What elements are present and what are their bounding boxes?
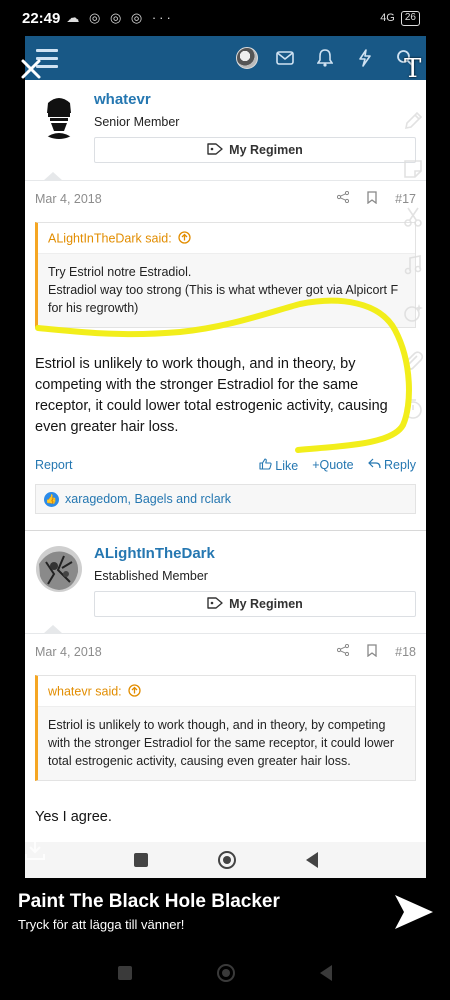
post-separator <box>25 514 426 530</box>
bell-icon[interactable] <box>312 45 338 71</box>
magic-icon[interactable] <box>400 300 426 326</box>
back-button[interactable] <box>320 965 332 981</box>
post-17: whatevr Senior Member My Regimen Mar 4, … <box>25 80 426 514</box>
quote-author[interactable]: whatevr said: <box>48 684 122 698</box>
send-arrow-icon[interactable] <box>392 892 436 937</box>
snap-toolbar <box>400 108 426 422</box>
status-bar: 22:49 ☁ ◎ ◎ ◎ ··· 4G 26 <box>22 0 426 36</box>
arrow-up-circle-icon[interactable] <box>128 684 141 700</box>
download-icon[interactable] <box>24 838 46 867</box>
post-author-block: whatevr Senior Member My Regimen <box>25 80 426 181</box>
user-avatar[interactable] <box>34 544 84 594</box>
quote-line: Try Estriol notre Estradiol. <box>48 265 192 279</box>
inner-nav-bar <box>25 842 426 878</box>
share-icon[interactable] <box>337 190 350 206</box>
quote-block: whatevr said: Estriol is unlikely to wor… <box>35 675 416 781</box>
close-icon[interactable] <box>20 58 42 85</box>
home-button[interactable] <box>217 964 235 982</box>
post-number[interactable]: #18 <box>395 645 416 659</box>
quote-author[interactable]: ALightInTheDark said: <box>48 231 172 245</box>
user-avatar[interactable] <box>34 89 84 139</box>
user-title: Senior Member <box>94 115 180 129</box>
post-actions: Report Like +Quote Reply <box>25 446 426 484</box>
quote-body: Try Estriol notre Estradiol. Estradiol w… <box>38 254 415 327</box>
username[interactable]: whatevr <box>94 91 151 108</box>
quote-body: Estriol is unlikely to work though, and … <box>48 718 394 768</box>
quote-block: ALightInTheDark said: Try Estriol notre … <box>35 222 416 328</box>
avatar[interactable] <box>236 47 258 69</box>
reactions-users[interactable]: xaragedom, Bagels and rclark <box>65 492 231 506</box>
notification-icons: ☁ ◎ ◎ ◎ ··· <box>66 10 174 25</box>
home-button[interactable] <box>217 851 236 869</box>
quote-line: Estradiol way too strong (This is what w… <box>48 283 399 315</box>
tag-icon <box>207 596 223 612</box>
post-date[interactable]: Mar 4, 2018 <box>35 192 102 206</box>
bookmark-icon[interactable] <box>367 643 377 660</box>
system-nav-bar <box>0 955 450 991</box>
snap-subtitle[interactable]: Tryck för att lägga till vänner! <box>18 917 184 932</box>
regimen-label: My Regimen <box>229 143 303 157</box>
back-button[interactable] <box>305 852 318 868</box>
recents-button[interactable] <box>118 966 132 980</box>
user-title: Established Member <box>94 569 208 583</box>
post-meta: Mar 4, 2018 #17 <box>25 180 426 216</box>
text-tool-icon[interactable]: T <box>404 54 421 84</box>
sticker-icon[interactable] <box>400 156 426 182</box>
header-icons <box>236 45 426 71</box>
username[interactable]: ALightInTheDark <box>94 545 215 562</box>
my-regimen-button[interactable]: My Regimen <box>94 591 416 617</box>
quote-button[interactable]: +Quote <box>312 458 353 473</box>
like-button[interactable]: Like <box>259 457 299 473</box>
author-pointer <box>43 625 63 634</box>
status-right: 4G 26 <box>380 10 426 26</box>
tag-icon <box>207 142 223 158</box>
pencil-icon[interactable] <box>400 108 426 134</box>
post-message: Yes I agree. <box>35 809 112 825</box>
snap-title: Paint The Black Hole Blacker <box>18 891 280 912</box>
like-label: Like <box>275 458 299 473</box>
post-meta: Mar 4, 2018 #18 <box>25 633 426 669</box>
post-meta-actions: #18 <box>337 643 416 660</box>
quote-header[interactable]: whatevr said: <box>38 676 415 707</box>
author-pointer <box>43 172 63 181</box>
paperclip-icon[interactable] <box>400 348 426 374</box>
network-indicator: 4G <box>380 12 395 24</box>
scissors-icon[interactable] <box>400 204 426 230</box>
recents-button[interactable] <box>133 853 148 867</box>
bookmark-icon[interactable] <box>367 190 377 207</box>
site-header <box>25 36 426 80</box>
thumbs-up-icon <box>259 457 275 473</box>
post-18: ALightInTheDark Established Member My Re… <box>25 531 426 828</box>
quote-header[interactable]: ALightInTheDark said: <box>38 223 415 254</box>
reply-label: Reply <box>384 457 416 472</box>
timer-icon[interactable] <box>400 396 426 422</box>
regimen-label: My Regimen <box>229 597 303 611</box>
like-reaction-icon: 👍 <box>44 491 59 507</box>
report-link[interactable]: Report <box>35 458 73 472</box>
thread-content: whatevr Senior Member My Regimen Mar 4, … <box>25 80 426 877</box>
music-icon[interactable] <box>400 252 426 278</box>
battery-icon: 26 <box>400 10 420 26</box>
share-icon[interactable] <box>337 643 350 659</box>
mail-icon[interactable] <box>272 45 298 71</box>
reactions-bar[interactable]: 👍 xaragedom, Bagels and rclark <box>35 484 416 514</box>
reply-button[interactable]: Reply <box>367 457 416 473</box>
phone-screen: 22:49 ☁ ◎ ◎ ◎ ··· 4G 26 whatevr Senior M… <box>0 0 450 1000</box>
bolt-icon[interactable] <box>352 45 378 71</box>
post-message: Estriol is unlikely to work though, and … <box>35 356 388 435</box>
post-date[interactable]: Mar 4, 2018 <box>35 645 102 659</box>
reply-arrow-icon <box>367 458 384 472</box>
arrow-up-circle-icon[interactable] <box>178 231 191 247</box>
post-actions-right: Like +Quote Reply <box>259 458 416 473</box>
post-author-block: ALightInTheDark Established Member My Re… <box>25 531 426 634</box>
my-regimen-button[interactable]: My Regimen <box>94 137 416 163</box>
status-time: 22:49 <box>22 9 61 27</box>
